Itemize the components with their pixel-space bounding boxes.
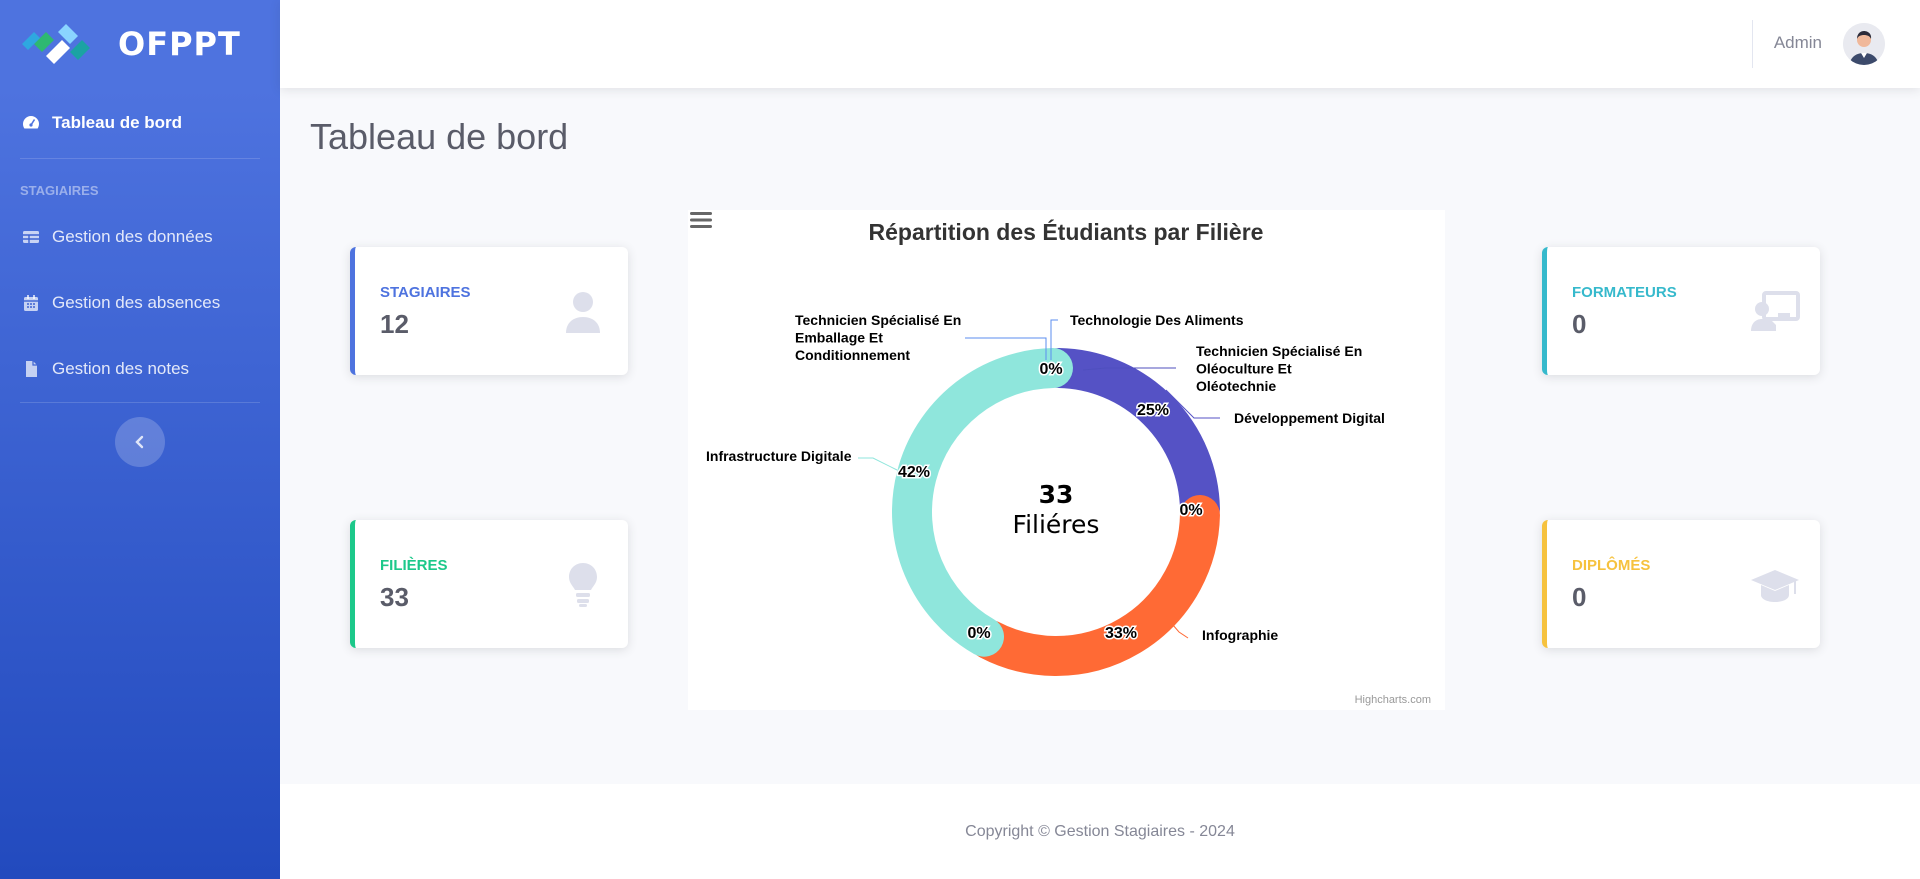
chart-data-label: 0% [967, 625, 990, 642]
sidebar-item-label: Gestion des notes [52, 359, 190, 378]
sidebar-item-label: Gestion des absences [52, 293, 221, 312]
chart-data-label: 0% [1179, 502, 1202, 519]
stat-card-label: FILIÈRES [380, 557, 448, 574]
calendar-icon [20, 293, 42, 313]
chart-leader-line [858, 457, 898, 471]
footer: Copyright © Gestion Stagiaires - 2024 [280, 784, 1920, 879]
chart-slice[interactable] [892, 348, 1073, 657]
page-title: Tableau de bord [310, 116, 569, 157]
chart-center-value: 33 [1039, 480, 1074, 509]
chart-slice-name: Oléoculture Et [1196, 361, 1292, 377]
topbar-divider [1752, 20, 1753, 68]
chart-slice-name: Technicien Spécialisé En [795, 312, 961, 328]
user-icon [558, 287, 608, 337]
stat-card-label: FORMATEURS [1572, 284, 1677, 301]
sidebar-divider [20, 402, 260, 403]
sidebar-toggle-button[interactable] [115, 417, 165, 467]
ofppt-logo-icon [22, 24, 90, 64]
chart-slice-name: Infographie [1202, 627, 1278, 643]
graduation-cap-icon [1750, 560, 1800, 610]
stat-card-value: 12 [380, 309, 409, 339]
chart-slice-name: Développement Digital [1234, 410, 1385, 426]
stat-card-filieres: FILIÈRES 33 [350, 520, 628, 648]
chart-data-label: 0% [1039, 361, 1062, 378]
stat-card-value: 0 [1572, 582, 1587, 612]
footer-copyright: Copyright © Gestion Stagiaires - 2024 [965, 822, 1235, 840]
chart-slice[interactable] [1039, 348, 1220, 529]
stat-card-label: DIPLÔMÉS [1572, 557, 1651, 574]
chart-slice-name: Technologie Des Aliments [1070, 312, 1244, 328]
stat-card-diplomes: DIPLÔMÉS 0 [1542, 520, 1820, 648]
sidebar-item-label: Tableau de bord [52, 113, 183, 132]
sidebar-heading: STAGIAIRES [20, 183, 99, 198]
chart-data-label: 33% [1105, 625, 1137, 642]
topbar: Admin [280, 0, 1920, 88]
sidebar-item-gestion-notes[interactable]: Gestion des notes [0, 336, 280, 402]
chart-data-label: 25% [1137, 402, 1169, 419]
chalkboard-teacher-icon [1750, 287, 1800, 337]
stat-card-stagiaires: STAGIAIRES 12 [350, 247, 628, 375]
sidebar-item-label: Gestion des données [52, 227, 213, 246]
chart-slice-name: Emballage Et [795, 330, 883, 346]
user-name[interactable]: Admin [1774, 33, 1822, 53]
donut-chart: Répartition des Étudiants par Filière 0%… [706, 218, 1431, 706]
chart-credits[interactable]: Highcharts.com [1355, 694, 1431, 706]
chart-title: Répartition des Étudiants par Filière [869, 218, 1264, 245]
tachometer-icon [20, 113, 42, 133]
chart-slice-name: Oléotechnie [1196, 378, 1276, 394]
stat-card-value: 0 [1572, 309, 1587, 339]
stat-card-formateurs: FORMATEURS 0 [1542, 247, 1820, 375]
avatar[interactable] [1843, 23, 1885, 65]
file-icon [20, 359, 42, 379]
stat-card-value: 33 [380, 582, 409, 612]
chart-data-label: 42% [898, 464, 930, 481]
lightbulb-icon [558, 560, 608, 610]
chart-menu-icon[interactable] [688, 210, 714, 230]
sidebar-item-gestion-donnees[interactable]: Gestion des données [0, 204, 280, 270]
sidebar-item-dashboard[interactable]: Tableau de bord [0, 88, 280, 158]
sidebar-item-gestion-absences[interactable]: Gestion des absences [0, 270, 280, 336]
chevron-left-icon [135, 435, 144, 449]
chart-container: Répartition des Étudiants par Filière 0%… [688, 210, 1445, 710]
chart-labels: 0% 25% 0% 33% 0% 42% Technologie Des Aliments T… [706, 312, 1385, 644]
chart-slice-name: Technicien Spécialisé En [1196, 343, 1362, 359]
table-icon [20, 227, 42, 247]
brand-name: OFPPT [118, 25, 241, 63]
chart-center-label: Filiéres [1013, 510, 1100, 539]
chart-slice-name: Conditionnement [795, 347, 910, 363]
sidebar: OFPPT Tableau de bord STAGIAIRES Gestion… [0, 0, 280, 879]
stat-card-label: STAGIAIRES [380, 284, 471, 301]
chart-slice-name: Infrastructure Digitale [706, 448, 852, 464]
brand[interactable]: OFPPT [0, 0, 280, 88]
